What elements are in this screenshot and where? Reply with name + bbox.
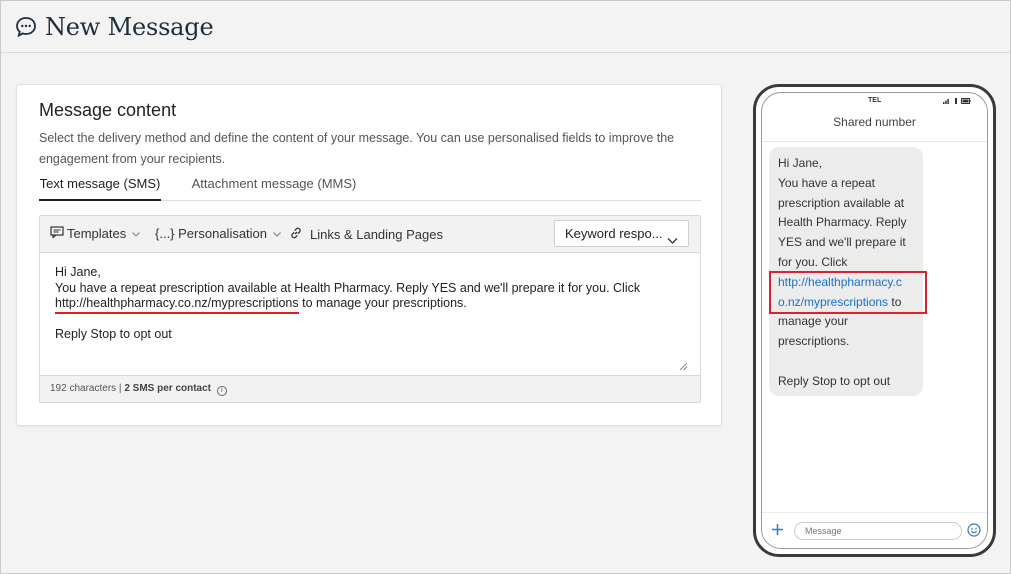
wifi-icon <box>955 98 957 104</box>
message-link: http://healthpharmacy.co.nz/myprescripti… <box>55 296 299 314</box>
card-description: Select the delivery method and define th… <box>39 131 675 166</box>
editor-toolbar: Templates {...} Personalisation Links & … <box>40 216 700 253</box>
message-line: You have a repeat prescription available… <box>55 280 641 295</box>
bubble-line: manage your <box>778 314 849 329</box>
plus-icon[interactable] <box>771 523 784 536</box>
sms-bubble: Hi Jane, You have a repeat prescription … <box>769 147 927 396</box>
signal-icon <box>943 99 949 104</box>
message-textarea[interactable]: Hi Jane, You have a repeat prescription … <box>40 253 700 375</box>
message-line: Reply Stop to opt out <box>55 326 172 341</box>
phone-input-bar: Message <box>762 512 987 548</box>
links-landing-pages-button[interactable]: Links & Landing Pages <box>289 226 443 243</box>
carrier-label: TEL <box>868 97 882 104</box>
personalisation-dropdown[interactable]: {...} Personalisation <box>155 226 282 241</box>
chat-bubble-icon <box>15 16 37 38</box>
battery-icon <box>961 98 971 104</box>
message-line: http://healthpharmacy.co.nz/myprescripti… <box>55 296 685 314</box>
message-line: Hi Jane, <box>55 265 101 279</box>
bubble-line: YES and we'll prepare it <box>778 235 906 250</box>
tab-sms[interactable]: Text message (SMS) <box>39 173 161 201</box>
resize-handle-icon[interactable] <box>679 360 688 371</box>
phone-screen: TEL Shared number Hi Jane, You have a re… <box>761 92 988 549</box>
bubble-line: Health Pharmacy. Reply <box>778 215 907 230</box>
delivery-tabs: Text message (SMS) Attachment message (M… <box>39 173 701 201</box>
keyword-response-dropdown[interactable]: Keyword respo... <box>554 220 689 247</box>
links-label: Links & Landing Pages <box>310 227 443 242</box>
keyword-label: Keyword respo... <box>565 226 663 241</box>
personalisation-label: {...} Personalisation <box>155 226 268 241</box>
sms-count: 2 SMS per contact <box>124 383 212 394</box>
link-icon <box>289 226 303 243</box>
status-icons <box>943 98 971 104</box>
page-title: New Message <box>45 12 214 41</box>
card-title: Message content <box>39 100 177 120</box>
templates-label: Templates <box>67 226 127 241</box>
templates-icon <box>50 226 64 241</box>
page-header: New Message <box>1 1 1010 53</box>
chevron-down-icon <box>667 229 678 244</box>
phone-status-bar: TEL <box>762 95 987 107</box>
bubble-line: Hi Jane, <box>778 156 823 170</box>
info-icon[interactable]: i <box>216 386 227 396</box>
bubble-line: prescriptions. <box>778 334 850 349</box>
message-editor: Templates {...} Personalisation Links & … <box>39 215 701 403</box>
conversation-header: Shared number <box>762 109 987 142</box>
bubble-line: prescription available at <box>778 195 905 210</box>
chevron-down-icon <box>131 229 141 239</box>
phone-preview: TEL Shared number Hi Jane, You have a re… <box>753 84 996 557</box>
bubble-line: You have a repeat <box>778 175 875 190</box>
message-content-card: Message content Select the delivery meth… <box>16 84 722 426</box>
tab-mms[interactable]: Attachment message (MMS) <box>189 173 359 201</box>
character-count: 192 characters <box>50 383 117 394</box>
templates-dropdown[interactable]: Templates <box>50 226 141 241</box>
phone-message-input[interactable]: Message <box>794 522 962 540</box>
bubble-line: Reply Stop to opt out <box>778 373 891 388</box>
bubble-line: for you. Click <box>778 254 848 269</box>
emoji-icon[interactable] <box>967 523 981 537</box>
chevron-down-icon <box>272 229 282 239</box>
editor-footer: 192 characters | 2 SMS per contact i <box>40 375 700 402</box>
message-link-suffix: to manage your prescriptions. <box>298 296 467 310</box>
link-highlight-box <box>769 271 927 314</box>
